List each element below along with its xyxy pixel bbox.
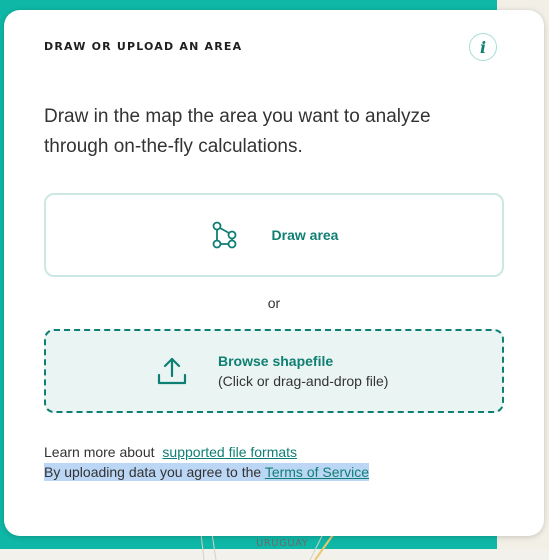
- terms-prefix: By uploading data you agree to the: [44, 464, 265, 480]
- or-separator: or: [267, 295, 281, 311]
- supported-formats-link[interactable]: supported file formats: [162, 444, 297, 460]
- panel-description: Draw in the map the area you want to ana…: [44, 106, 431, 157]
- info-icon: i: [479, 37, 487, 57]
- upload-icon: [157, 357, 187, 385]
- terms-text: By uploading data you agree to the Terms…: [44, 463, 370, 481]
- draw-area-button[interactable]: Draw area: [44, 193, 504, 277]
- info-button[interactable]: i: [469, 33, 497, 61]
- polygon-draw-icon: [212, 221, 236, 249]
- draw-area-label: Draw area: [271, 227, 339, 243]
- learn-more-prefix: Learn more about: [44, 444, 155, 460]
- map-country-label: URUGUAY: [256, 538, 309, 549]
- panel-title: DRAW OR UPLOAD AN AREA: [44, 40, 243, 53]
- terms-of-service-link[interactable]: Terms of Service: [265, 464, 369, 480]
- browse-shapefile-dropzone[interactable]: Browse shapefile (Click or drag-and-drop…: [44, 329, 504, 413]
- learn-more-text: Learn more about supported file formats: [44, 444, 297, 460]
- browse-shapefile-hint: (Click or drag-and-drop file): [218, 373, 389, 389]
- browse-shapefile-label: Browse shapefile: [218, 353, 334, 369]
- draw-upload-panel: DRAW OR UPLOAD AN AREA i Draw in the map…: [4, 10, 544, 536]
